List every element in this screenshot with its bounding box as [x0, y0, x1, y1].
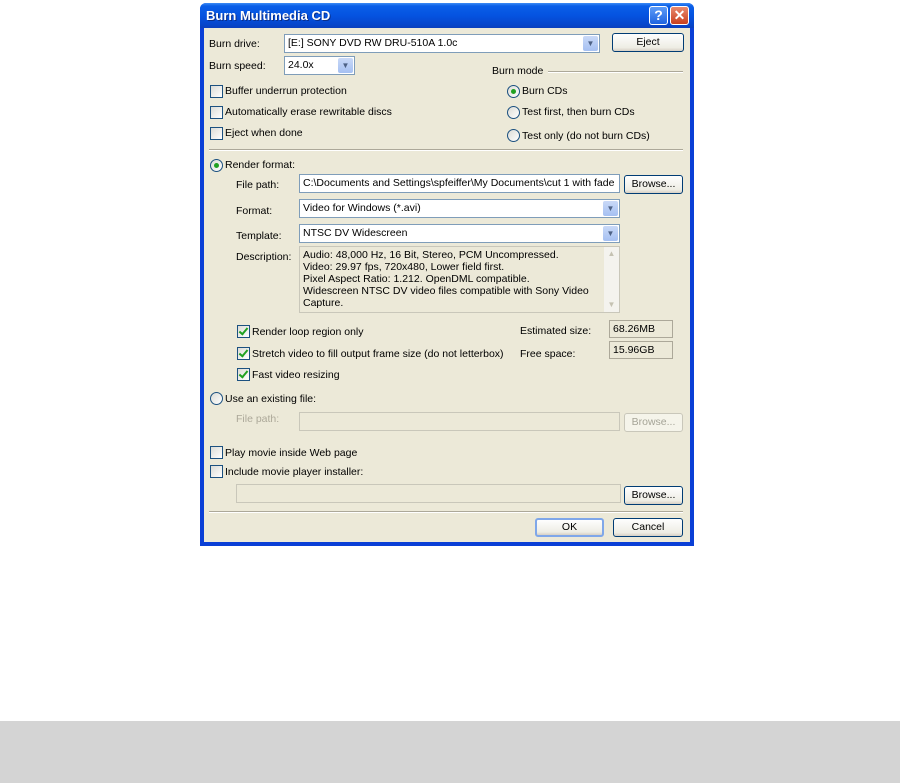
estimated-size-value: 68.26MB: [613, 323, 656, 335]
play-inside-web-checkbox[interactable]: [210, 446, 223, 459]
separator: [209, 149, 683, 151]
chevron-down-icon[interactable]: ▼: [603, 226, 618, 241]
burn-mode-label: Burn mode: [492, 65, 544, 77]
description-label: Description:: [236, 251, 292, 263]
template-value: NTSC DV Widescreen: [303, 227, 408, 239]
eject-button[interactable]: Eject: [612, 33, 684, 52]
free-space-box: 15.96GB: [609, 341, 673, 359]
format-value: Video for Windows (*.avi): [303, 202, 421, 214]
description-line: Video: 29.97 fps, 720x480, Lower field f…: [303, 261, 505, 273]
existing-file-label[interactable]: Use an existing file:: [225, 393, 316, 405]
description-line: Capture.: [303, 297, 344, 309]
description-line: Widescreen NTSC DV video files compatibl…: [303, 285, 589, 297]
fast-resize-label[interactable]: Fast video resizing: [252, 369, 340, 381]
separator: [209, 511, 683, 513]
test-only-label[interactable]: Test only (do not burn CDs): [522, 130, 650, 142]
test-first-radio[interactable]: [507, 106, 520, 119]
play-inside-web-label[interactable]: Play movie inside Web page: [225, 447, 357, 459]
browse-render-button[interactable]: Browse...: [624, 175, 683, 194]
dialog-body: Burn drive: [E:] SONY DVD RW DRU-510A 1.…: [204, 28, 690, 542]
loop-region-label[interactable]: Render loop region only: [252, 326, 364, 338]
template-label: Template:: [236, 230, 282, 242]
burn-drive-select[interactable]: [E:] SONY DVD RW DRU-510A 1.0c ▼: [284, 34, 600, 53]
estimated-size-label: Estimated size:: [520, 325, 592, 337]
chevron-down-icon[interactable]: ▼: [583, 36, 598, 51]
description-line: Audio: 48,000 Hz, 16 Bit, Stereo, PCM Un…: [303, 249, 559, 261]
test-only-radio[interactable]: [507, 129, 520, 142]
buffer-underrun-label[interactable]: Buffer underrun protection: [225, 85, 347, 97]
include-installer-label[interactable]: Include movie player installer:: [225, 466, 363, 478]
help-button[interactable]: ?: [649, 6, 668, 25]
include-installer-checkbox[interactable]: [210, 465, 223, 478]
existing-file-radio[interactable]: [210, 392, 223, 405]
file-path-value: C:\Documents and Settings\spfeiffer\My D…: [303, 177, 615, 189]
title-bar[interactable]: Burn Multimedia CD ? ✕: [200, 3, 694, 28]
existing-file-path-input[interactable]: [299, 412, 620, 431]
stretch-video-label[interactable]: Stretch video to fill output frame size …: [252, 348, 504, 360]
estimated-size-box: 68.26MB: [609, 320, 673, 338]
file-path-input[interactable]: C:\Documents and Settings\spfeiffer\My D…: [299, 174, 620, 193]
burn-drive-label: Burn drive:: [209, 38, 260, 50]
scroll-up-icon[interactable]: ▲: [604, 247, 619, 261]
buffer-underrun-checkbox[interactable]: [210, 85, 223, 98]
chevron-down-icon[interactable]: ▼: [338, 58, 353, 73]
installer-path-input[interactable]: [236, 484, 621, 503]
auto-erase-checkbox[interactable]: [210, 106, 223, 119]
burn-mode-line: [548, 71, 683, 73]
browse-installer-button[interactable]: Browse...: [624, 486, 683, 505]
burn-cds-radio[interactable]: [507, 85, 520, 98]
dialog-title: Burn Multimedia CD: [206, 8, 331, 23]
chevron-down-icon[interactable]: ▼: [603, 201, 618, 216]
auto-erase-label[interactable]: Automatically erase rewritable discs: [225, 106, 392, 118]
description-scrollbar[interactable]: ▲ ▼: [604, 247, 619, 312]
description-box[interactable]: Audio: 48,000 Hz, 16 Bit, Stereo, PCM Un…: [299, 246, 620, 313]
fast-resize-checkbox[interactable]: [237, 368, 250, 381]
burn-speed-select[interactable]: 24.0x ▼: [284, 56, 355, 75]
scroll-down-icon[interactable]: ▼: [604, 298, 619, 312]
eject-when-done-label[interactable]: Eject when done: [225, 127, 303, 139]
format-select[interactable]: Video for Windows (*.avi) ▼: [299, 199, 620, 218]
existing-file-path-label: File path:: [236, 413, 280, 425]
burn-cds-label[interactable]: Burn CDs: [522, 85, 568, 97]
cancel-button[interactable]: Cancel: [613, 518, 683, 537]
close-button[interactable]: ✕: [670, 6, 689, 25]
test-first-label[interactable]: Test first, then burn CDs: [522, 106, 635, 118]
browse-existing-button[interactable]: Browse...: [624, 413, 683, 432]
format-label: Format:: [236, 205, 273, 217]
background-band: [0, 721, 900, 783]
eject-when-done-checkbox[interactable]: [210, 127, 223, 140]
render-format-label[interactable]: Render format:: [225, 159, 295, 171]
burn-speed-label: Burn speed:: [209, 60, 266, 72]
render-format-radio[interactable]: [210, 159, 223, 172]
free-space-label: Free space:: [520, 348, 576, 360]
template-select[interactable]: NTSC DV Widescreen ▼: [299, 224, 620, 243]
loop-region-checkbox[interactable]: [237, 325, 250, 338]
description-line: Pixel Aspect Ratio: 1.212. OpenDML compa…: [303, 273, 530, 285]
burn-drive-value: [E:] SONY DVD RW DRU-510A 1.0c: [288, 37, 458, 49]
file-path-label: File path:: [236, 179, 280, 191]
burn-speed-value: 24.0x: [288, 59, 314, 71]
free-space-value: 15.96GB: [613, 344, 655, 356]
burn-dialog: Burn Multimedia CD ? ✕ Burn drive: [E:] …: [200, 3, 694, 546]
stretch-video-checkbox[interactable]: [237, 347, 250, 360]
ok-button[interactable]: OK: [535, 518, 604, 537]
